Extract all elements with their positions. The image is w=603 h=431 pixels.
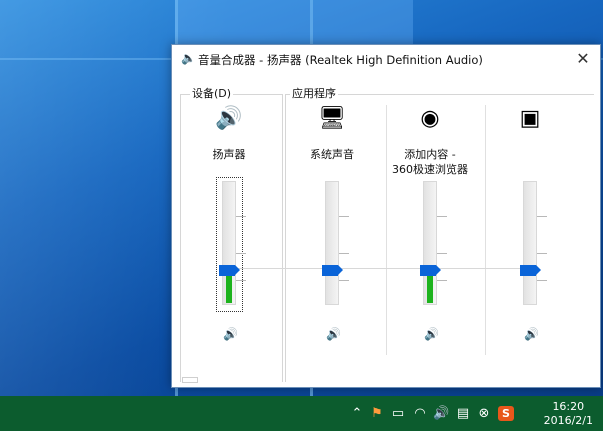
slider-tick (537, 280, 547, 281)
volume-slider-thumb[interactable] (520, 265, 541, 276)
channel-name: 扬声器 (212, 148, 246, 161)
slider-tick (236, 280, 246, 281)
slider-tick (236, 253, 246, 254)
volume-icon[interactable]: 🔊 (433, 406, 449, 421)
channel-divider (485, 105, 486, 355)
volume-slider-track[interactable] (423, 181, 437, 305)
slider-tick (537, 253, 547, 254)
slider-tick (437, 216, 447, 217)
app-thumbnail-icon[interactable]: ▣ (510, 105, 550, 133)
slider-tick (437, 253, 447, 254)
channel-name: 系统声音 (310, 148, 354, 161)
slider-tick (236, 216, 246, 217)
close-button[interactable]: ✕ (572, 48, 594, 70)
slider-tick (339, 253, 349, 254)
ime-icon[interactable]: S (498, 406, 514, 421)
apps-group-label: 应用程序 (290, 85, 338, 101)
system-sounds-icon[interactable]: 🖥 (312, 105, 352, 133)
volume-slider-track[interactable] (325, 181, 339, 305)
volume-slider-thumb[interactable] (420, 265, 441, 276)
channel-divider (386, 105, 387, 355)
volume-slider-thumb[interactable] (219, 265, 240, 276)
mute-button[interactable]: 🔊 (326, 327, 341, 341)
wifi-icon[interactable]: ◠ (412, 406, 428, 421)
apps-group-border (285, 94, 286, 382)
channel-name: 添加内容 - 360极速浏览器 (392, 148, 468, 176)
battery-icon[interactable]: ▭ (390, 406, 406, 421)
volume-slider-track[interactable] (523, 181, 537, 305)
notification-icon[interactable]: ▤ (455, 406, 471, 421)
clock[interactable]: 16:20 2016/2/1 (544, 400, 593, 428)
volume-slider-thumb[interactable] (322, 265, 343, 276)
clock-date: 2016/2/1 (543, 414, 593, 427)
speaker-device-icon[interactable]: 🔊 (209, 105, 249, 133)
antivirus-icon[interactable]: ⚑ (369, 406, 385, 421)
chevron-up-icon[interactable]: ⌃ (349, 406, 365, 421)
slider-tick (437, 280, 447, 281)
slider-tick (537, 216, 547, 217)
title-bar[interactable]: 🔈 音量合成器 - 扬声器 (Realtek High Definition A… (172, 45, 600, 73)
window-title: 音量合成器 - 扬声器 (Realtek High Definition Aud… (198, 53, 483, 67)
master-volume-line (232, 268, 532, 269)
browser-360-icon[interactable]: ◉ (410, 105, 450, 133)
volume-slider-track[interactable] (222, 181, 236, 305)
speaker-icon: 🔈 (181, 51, 196, 65)
devices-group-label: 设备(D) (190, 85, 234, 101)
volume-mixer-window: 🔈 音量合成器 - 扬声器 (Realtek High Definition A… (171, 44, 601, 388)
slider-tick (339, 280, 349, 281)
close-circle-icon[interactable]: ⊗ (476, 406, 492, 421)
mute-button[interactable]: 🔊 (524, 327, 539, 341)
taskbar: ⌃ ⚑ ▭ ◠ 🔊 ▤ ⊗ S 16:20 2016/2/1 (0, 396, 603, 431)
mute-button[interactable]: 🔊 (424, 327, 439, 341)
devices-group-border (180, 94, 181, 382)
devices-group-border (282, 94, 283, 382)
slider-tick (339, 216, 349, 217)
horizontal-scrollbar-stub[interactable] (182, 377, 198, 383)
clock-time: 16:20 (552, 400, 585, 413)
mute-button[interactable]: 🔊 (223, 327, 238, 341)
